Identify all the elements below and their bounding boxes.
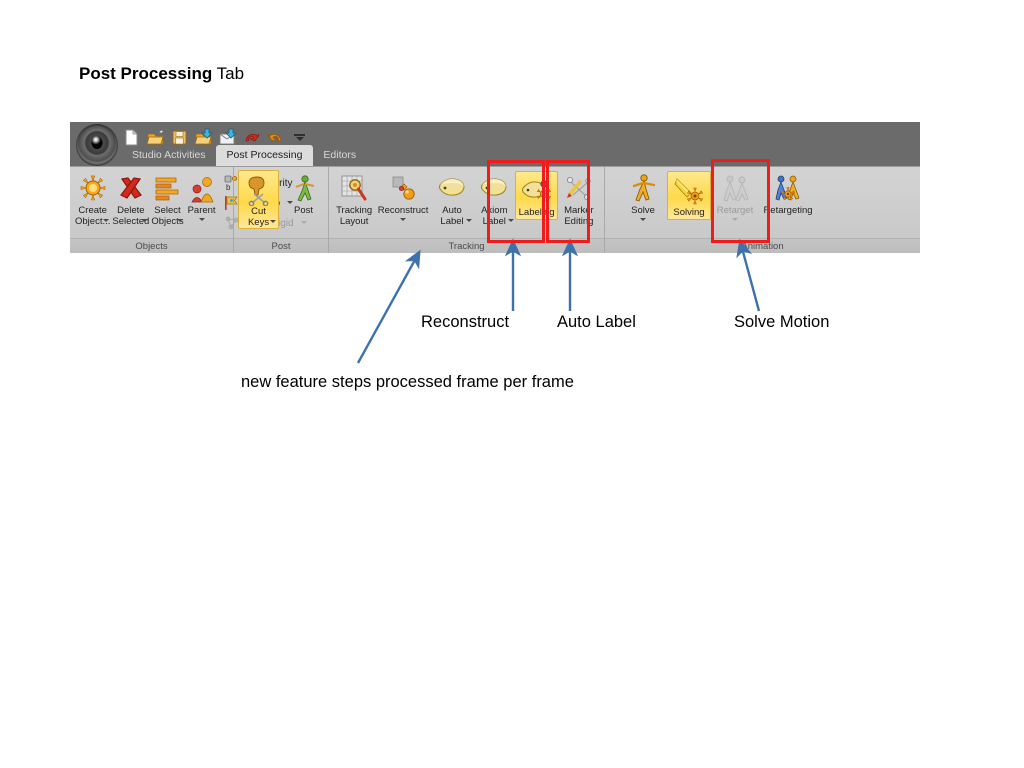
button-solving[interactable]: Solving [667, 171, 711, 220]
button-tracking-layout[interactable]: Tracking Layout [333, 170, 375, 227]
reconstruct-icon [387, 173, 419, 205]
delete-selected-chevron-down-icon[interactable] [142, 219, 149, 222]
page-title-light: Tab [212, 64, 245, 83]
create-object-chevron-down-icon[interactable] [103, 219, 110, 222]
button-reconstruct[interactable]: Reconstruct [375, 170, 431, 221]
axiom-label-chevron-down-icon[interactable] [508, 219, 515, 222]
button-solving-label: Solving [673, 207, 705, 218]
retarget-icon [719, 173, 751, 205]
ribbon-group-post-label: Post [234, 238, 328, 253]
select-objects-chevron-down-icon[interactable] [176, 219, 183, 222]
button-retarget-label: Retarget [716, 205, 754, 216]
title-bar: Studio Activities Post Processing Editor… [70, 122, 920, 166]
button-marker-editing-label: Marker Editing [564, 205, 594, 227]
marker-editing-icon [563, 173, 595, 205]
button-delete-selected[interactable]: Delete Selected [111, 170, 150, 227]
ribbon-group-tracking: Tracking Layout Reconstruct Auto Label A… [328, 167, 604, 253]
tab-post-processing[interactable]: Post Processing [215, 145, 314, 166]
annotation-solve-motion-label: Solve Motion [734, 313, 830, 331]
ribbon-group-post: Cut Keys Post Post [233, 167, 328, 253]
ribbon-group-animation: Solve Solving Retarget Retargeting Anima… [604, 167, 920, 253]
parent-icon [186, 173, 218, 205]
import-icon[interactable] [194, 128, 213, 147]
app-orb-icon[interactable] [76, 124, 118, 166]
post-icon [288, 173, 320, 205]
customize-chevron-icon[interactable] [293, 129, 306, 145]
button-solve-label: Solve [631, 205, 655, 216]
button-labeling[interactable]: Labeling [515, 171, 558, 220]
tab-studio-activities[interactable]: Studio Activities [122, 146, 216, 166]
button-post-label: Post [294, 205, 314, 216]
button-marker-editing[interactable]: Marker Editing [558, 170, 600, 227]
button-retarget[interactable]: Retarget [713, 170, 757, 221]
button-solve[interactable]: Solve [621, 170, 665, 221]
auto-label-icon [436, 173, 468, 205]
retarget-chevron-down-icon [732, 217, 738, 221]
export-icon[interactable] [218, 128, 237, 147]
ribbon-group-tracking-label: Tracking [329, 238, 604, 253]
button-cut-keys[interactable]: Cut Keys [238, 170, 280, 229]
annotation-auto-label-label: Auto Label [557, 313, 636, 331]
page-title-strong: Post Processing [79, 64, 213, 83]
select-objects-icon [151, 173, 183, 205]
button-post[interactable]: Post [283, 170, 324, 217]
parent-chevron-down-icon[interactable] [198, 217, 205, 221]
cut-keys-chevron-down-icon[interactable] [270, 220, 277, 223]
button-delete-selected-label: Delete Selected [112, 205, 150, 227]
application-window: Studio Activities Post Processing Editor… [70, 122, 920, 253]
button-create-object[interactable]: Create Object... [74, 170, 111, 227]
button-axiom-label-label: Axiom Label [481, 205, 508, 227]
cut-keys-icon [243, 174, 275, 207]
new-icon[interactable] [122, 128, 141, 147]
annotation-reconstruct-label: Reconstruct [421, 313, 510, 331]
button-axiom-label[interactable]: Axiom Label [473, 170, 515, 227]
labeling-icon [521, 175, 553, 207]
button-reconstruct-label: Reconstruct [377, 205, 429, 216]
axiom-label-icon [478, 173, 510, 205]
delete-selected-icon [115, 173, 147, 205]
undo-icon[interactable] [242, 128, 261, 147]
create-object-icon [77, 173, 109, 205]
button-select-objects-label: Select Objects [151, 205, 184, 227]
page-title: Post Processing Tab [79, 64, 244, 84]
open-icon[interactable] [146, 128, 165, 147]
save-icon[interactable] [170, 128, 189, 147]
button-create-object-label: Create Object... [75, 205, 111, 227]
ribbon-group-animation-label: Animation [605, 238, 920, 253]
solving-icon [673, 175, 705, 207]
arrow-solve-motion [736, 238, 761, 312]
solve-icon [627, 173, 659, 205]
reconstruct-chevron-down-icon[interactable] [400, 217, 407, 221]
tab-editors[interactable]: Editors [313, 146, 366, 166]
button-tracking-layout-label: Tracking Layout [336, 205, 373, 227]
button-auto-label-label: Auto Label [440, 205, 464, 227]
button-parent-label: Parent [187, 205, 216, 216]
ribbon-group-objects-label: Objects [70, 238, 233, 253]
button-retargeting-label: Retargeting [763, 205, 813, 216]
button-labeling-label: Labeling [518, 207, 555, 218]
ribbon-group-objects: Create Object... Delete Selected Select … [70, 167, 307, 253]
button-cut-keys-label: Cut Keys [247, 206, 270, 228]
ribbon-tab-strip: Studio Activities Post Processing Editor… [122, 145, 366, 166]
tracking-layout-icon [338, 173, 370, 205]
button-parent[interactable]: Parent [185, 170, 219, 221]
arrow-new-feature [356, 249, 421, 364]
auto-label-chevron-down-icon[interactable] [466, 219, 473, 222]
ribbon: Create Object... Delete Selected Select … [70, 166, 920, 253]
button-auto-label[interactable]: Auto Label [431, 170, 473, 227]
button-retargeting[interactable]: Retargeting [759, 170, 817, 217]
button-select-objects[interactable]: Select Objects [150, 170, 184, 227]
retargeting-icon [772, 173, 804, 205]
annotation-new-feature-label: new feature steps processed frame per fr… [241, 373, 574, 391]
solve-chevron-down-icon[interactable] [640, 217, 646, 221]
redo-icon[interactable] [266, 128, 285, 147]
svg-text:b: b [226, 183, 231, 191]
